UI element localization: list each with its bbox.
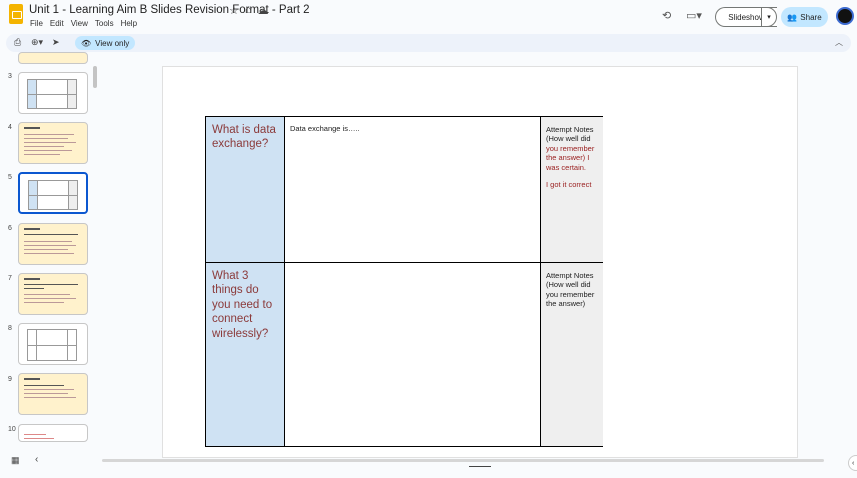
notes-comment: you remember the answer) I was certain. — [546, 143, 595, 172]
slide-thumbnail-9[interactable] — [18, 373, 88, 415]
cloud-status-icon[interactable]: ☁ — [258, 4, 269, 17]
collapse-toolbar-icon[interactable]: ︿ — [835, 37, 843, 48]
revision-table: What is data exchange? Data exchange is…… — [205, 116, 603, 447]
print-icon[interactable]: ⎙ — [14, 37, 21, 48]
people-icon: 👥 — [787, 12, 798, 22]
menu-tools[interactable]: Tools — [95, 19, 114, 28]
slide-thumbnail-5[interactable] — [18, 172, 88, 214]
chevron-left-icon[interactable]: ‹ — [35, 454, 38, 465]
notes-label: Attempt Notes (How well did — [546, 125, 594, 144]
avatar[interactable] — [836, 7, 854, 25]
share-button[interactable]: 👥 Share — [781, 7, 828, 27]
slide-number: 5 — [8, 174, 12, 181]
question-text: What 3 things do you need to connect wir… — [212, 270, 273, 340]
slide-number: 9 — [8, 376, 12, 383]
slide-number: 10 — [8, 426, 16, 433]
slide-thumbnail-8[interactable] — [18, 323, 88, 365]
menu-help[interactable]: Help — [121, 19, 137, 28]
answer-cell-1: Data exchange is….. — [285, 117, 541, 263]
slide-number: 3 — [8, 73, 12, 80]
answer-cell-2 — [285, 263, 541, 446]
slide-number: 6 — [8, 225, 12, 232]
slide-thumbnail-10[interactable] — [18, 424, 88, 442]
star-icon[interactable]: ☆ — [229, 4, 239, 17]
slide-thumbnail-3[interactable] — [18, 72, 88, 114]
chevron-down-icon: ▾ — [767, 14, 771, 21]
eye-icon: 👁 — [81, 38, 92, 48]
notes-cell-1: Attempt Notes (How well did you remember… — [541, 117, 603, 263]
answer-text: Data exchange is….. — [290, 124, 360, 133]
question-text: What is data exchange? — [212, 124, 276, 151]
notes-result: I got it correct — [546, 179, 592, 189]
slide-number: 8 — [8, 325, 12, 332]
move-folder-icon[interactable]: ⌂ — [245, 4, 252, 17]
horizontal-scrollbar[interactable] — [102, 459, 824, 462]
grid-view-icon[interactable]: ▦ — [11, 455, 20, 466]
select-cursor-icon[interactable]: ➤ — [52, 37, 60, 48]
share-label: Share — [800, 12, 822, 22]
slide-canvas: What is data exchange? Data exchange is…… — [162, 66, 798, 458]
history-icon[interactable]: ⟲ — [662, 9, 671, 22]
menu-file[interactable]: File — [30, 19, 43, 28]
toolbar: ⎙ ⊕▾ ➤ 👁 View only ︿ — [6, 34, 851, 52]
slide-number: 4 — [8, 124, 12, 131]
slide-thumbnail-7[interactable] — [18, 273, 88, 315]
notes-cell-2: Attempt Notes (How well did you remember… — [541, 263, 603, 446]
question-cell-2: What 3 things do you need to connect wir… — [206, 263, 285, 446]
view-only-badge[interactable]: 👁 View only — [75, 36, 136, 50]
meet-icon[interactable]: ▭▾ — [686, 9, 702, 22]
slideshow-label: Slideshow — [728, 12, 765, 22]
slide-thumbnail-4[interactable] — [18, 122, 88, 164]
notes-label: Attempt Notes (How well did you remember… — [546, 271, 595, 309]
menu-view[interactable]: View — [71, 19, 88, 28]
view-only-label: View only — [95, 38, 130, 48]
sidebar-scrollbar[interactable] — [93, 66, 97, 88]
menu-bar: File Edit View Tools Help — [30, 19, 137, 28]
slide-thumbnail-6[interactable] — [18, 223, 88, 265]
slide-thumbnail-2[interactable] — [18, 52, 88, 64]
question-cell-1: What is data exchange? — [206, 117, 285, 263]
slide-number: 7 — [8, 275, 12, 282]
zoom-icon[interactable]: ⊕▾ — [31, 37, 43, 48]
side-panel-toggle-icon[interactable]: ‹ — [848, 455, 857, 471]
slides-app-icon[interactable] — [9, 4, 23, 24]
menu-edit[interactable]: Edit — [50, 19, 64, 28]
speaker-notes-handle[interactable] — [469, 466, 491, 467]
